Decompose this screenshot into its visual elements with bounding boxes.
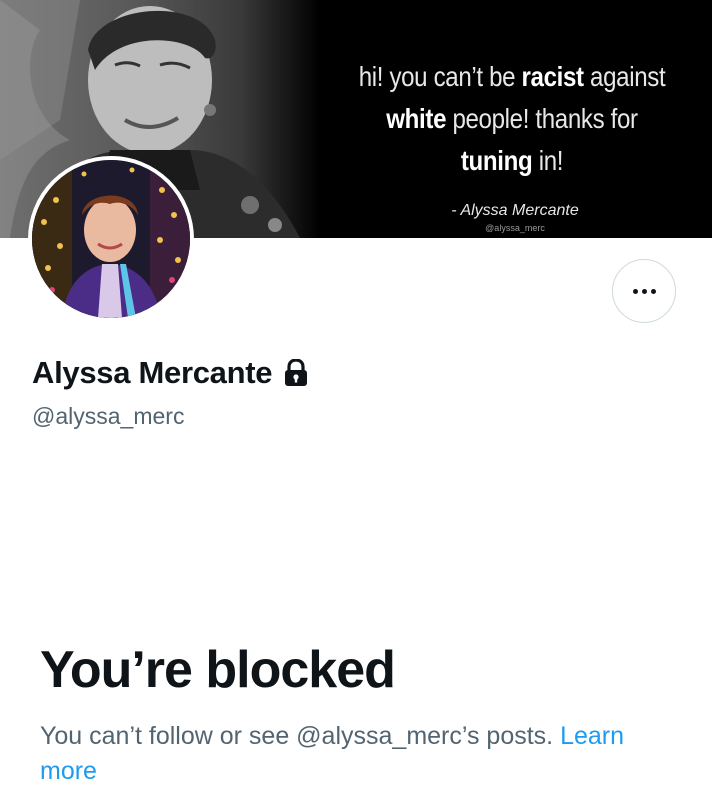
banner-quote: hi! you can’t be racist against white pe… <box>358 61 666 176</box>
more-options-button[interactable] <box>612 259 676 323</box>
display-name: Alyssa Mercante <box>32 355 273 390</box>
profile-name-row: Alyssa Mercante <box>32 355 308 391</box>
more-dots-icon <box>632 288 656 294</box>
blocked-description: You can’t follow or see @alyssa_merc’s p… <box>40 719 680 789</box>
blocked-title: You’re blocked <box>40 641 396 699</box>
banner-quote-author: - Alyssa Mercante <box>451 202 579 219</box>
profile-handle: @alyssa_merc <box>32 403 185 429</box>
blocked-description-text: You can’t follow or see @alyssa_merc’s p… <box>40 722 561 750</box>
banner-quote-handle: @alyssa_merc <box>485 223 545 233</box>
lock-icon <box>284 359 308 387</box>
avatar[interactable] <box>28 156 194 322</box>
